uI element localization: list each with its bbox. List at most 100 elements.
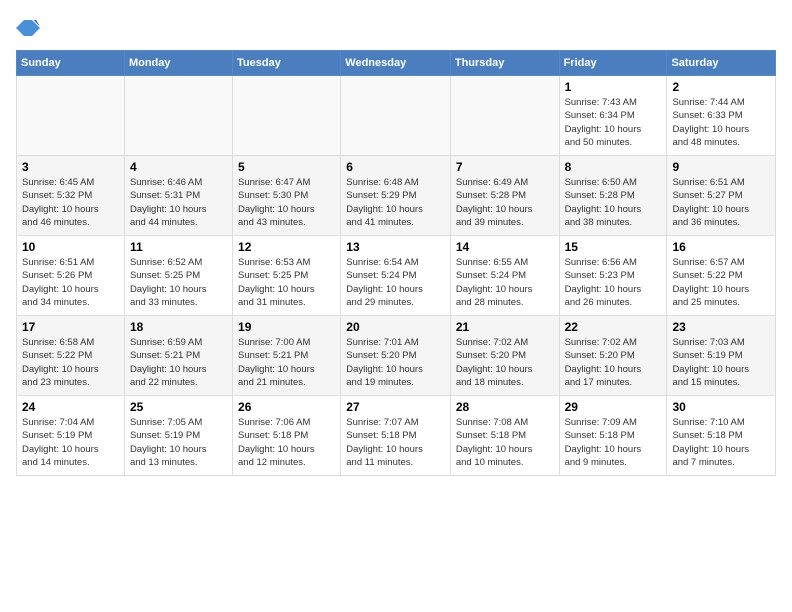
calendar-cell: 22 Sunrise: 7:02 AM Sunset: 5:20 PM Dayli… [559,316,667,396]
calendar-cell: 2Sunrise: 7:44 AM Sunset: 6:33 PM Daylig… [667,76,776,156]
calendar-week-row: 17 Sunrise: 6:58 AM Sunset: 5:22 PM Dayli… [17,316,776,396]
day-number: 19 [238,320,335,334]
page-header [16,16,776,40]
day-number: 9 [672,160,770,174]
day-number: 16 [672,240,770,254]
day-number: 25 [130,400,227,414]
calendar-cell: 9 Sunrise: 6:51 AM Sunset: 5:27 PM Daylig… [667,156,776,236]
calendar-cell: 4Sunrise: 6:46 AM Sunset: 5:31 PM Daylig… [124,156,232,236]
day-info: Sunrise: 7:05 AM Sunset: 5:19 PM Dayligh… [130,416,227,469]
calendar-cell: 3Sunrise: 6:45 AM Sunset: 5:32 PM Daylig… [17,156,125,236]
day-info: Sunrise: 6:51 AM Sunset: 5:26 PM Dayligh… [22,256,119,309]
day-number: 24 [22,400,119,414]
day-info: Sunrise: 7:10 AM Sunset: 5:18 PM Dayligh… [672,416,770,469]
calendar-week-row: 24 Sunrise: 7:04 AM Sunset: 5:19 PM Dayli… [17,396,776,476]
day-number: 20 [346,320,445,334]
day-info: Sunrise: 7:09 AM Sunset: 5:18 PM Dayligh… [565,416,662,469]
day-info: Sunrise: 6:49 AM Sunset: 5:28 PM Dayligh… [456,176,554,229]
day-info: Sunrise: 6:47 AM Sunset: 5:30 PM Dayligh… [238,176,335,229]
day-info: Sunrise: 7:02 AM Sunset: 5:20 PM Dayligh… [456,336,554,389]
calendar-cell: 11 Sunrise: 6:52 AM Sunset: 5:25 PM Dayli… [124,236,232,316]
header-day-saturday: Saturday [667,51,776,76]
day-info: Sunrise: 7:04 AM Sunset: 5:19 PM Dayligh… [22,416,119,469]
day-number: 29 [565,400,662,414]
header-day-tuesday: Tuesday [233,51,341,76]
calendar-cell: 16 Sunrise: 6:57 AM Sunset: 5:22 PM Dayli… [667,236,776,316]
day-info: Sunrise: 6:55 AM Sunset: 5:24 PM Dayligh… [456,256,554,309]
day-info: Sunrise: 6:57 AM Sunset: 5:22 PM Dayligh… [672,256,770,309]
calendar-cell: 14 Sunrise: 6:55 AM Sunset: 5:24 PM Dayli… [450,236,559,316]
day-number: 4 [130,160,227,174]
day-info: Sunrise: 6:51 AM Sunset: 5:27 PM Dayligh… [672,176,770,229]
day-info: Sunrise: 6:59 AM Sunset: 5:21 PM Dayligh… [130,336,227,389]
calendar-cell [17,76,125,156]
calendar-cell: 15Sunrise: 6:56 AM Sunset: 5:23 PM Dayli… [559,236,667,316]
calendar-cell: 19 Sunrise: 7:00 AM Sunset: 5:21 PM Dayli… [233,316,341,396]
day-info: Sunrise: 6:50 AM Sunset: 5:28 PM Dayligh… [565,176,662,229]
day-number: 30 [672,400,770,414]
day-number: 14 [456,240,554,254]
day-info: Sunrise: 7:01 AM Sunset: 5:20 PM Dayligh… [346,336,445,389]
day-number: 5 [238,160,335,174]
calendar-cell [450,76,559,156]
calendar-cell: 8 Sunrise: 6:50 AM Sunset: 5:28 PM Daylig… [559,156,667,236]
day-number: 1 [565,80,662,94]
logo-icon [16,16,40,40]
day-info: Sunrise: 7:43 AM Sunset: 6:34 PM Dayligh… [565,96,662,149]
calendar-cell: 29 Sunrise: 7:09 AM Sunset: 5:18 PM Dayli… [559,396,667,476]
calendar-cell: 6 Sunrise: 6:48 AM Sunset: 5:29 PM Daylig… [341,156,451,236]
day-number: 2 [672,80,770,94]
calendar-cell: 10 Sunrise: 6:51 AM Sunset: 5:26 PM Dayli… [17,236,125,316]
day-info: Sunrise: 7:00 AM Sunset: 5:21 PM Dayligh… [238,336,335,389]
day-info: Sunrise: 6:58 AM Sunset: 5:22 PM Dayligh… [22,336,119,389]
day-number: 18 [130,320,227,334]
calendar-header-row: SundayMondayTuesdayWednesdayThursdayFrid… [17,51,776,76]
day-number: 23 [672,320,770,334]
day-number: 21 [456,320,554,334]
day-info: Sunrise: 7:03 AM Sunset: 5:19 PM Dayligh… [672,336,770,389]
calendar-cell [124,76,232,156]
day-info: Sunrise: 6:54 AM Sunset: 5:24 PM Dayligh… [346,256,445,309]
header-day-thursday: Thursday [450,51,559,76]
day-number: 17 [22,320,119,334]
day-info: Sunrise: 7:02 AM Sunset: 5:20 PM Dayligh… [565,336,662,389]
calendar-week-row: 10 Sunrise: 6:51 AM Sunset: 5:26 PM Dayli… [17,236,776,316]
calendar-cell: 20 Sunrise: 7:01 AM Sunset: 5:20 PM Dayli… [341,316,451,396]
calendar-cell: 25 Sunrise: 7:05 AM Sunset: 5:19 PM Dayli… [124,396,232,476]
day-info: Sunrise: 6:53 AM Sunset: 5:25 PM Dayligh… [238,256,335,309]
calendar-cell [233,76,341,156]
calendar-cell: 13 Sunrise: 6:54 AM Sunset: 5:24 PM Dayli… [341,236,451,316]
header-day-monday: Monday [124,51,232,76]
header-day-wednesday: Wednesday [341,51,451,76]
day-number: 12 [238,240,335,254]
day-info: Sunrise: 6:48 AM Sunset: 5:29 PM Dayligh… [346,176,445,229]
day-number: 6 [346,160,445,174]
header-day-friday: Friday [559,51,667,76]
calendar-cell: 18 Sunrise: 6:59 AM Sunset: 5:21 PM Dayli… [124,316,232,396]
calendar-cell: 27Sunrise: 7:07 AM Sunset: 5:18 PM Dayli… [341,396,451,476]
day-info: Sunrise: 6:52 AM Sunset: 5:25 PM Dayligh… [130,256,227,309]
day-info: Sunrise: 6:45 AM Sunset: 5:32 PM Dayligh… [22,176,119,229]
calendar-cell: 21 Sunrise: 7:02 AM Sunset: 5:20 PM Dayli… [450,316,559,396]
day-info: Sunrise: 7:07 AM Sunset: 5:18 PM Dayligh… [346,416,445,469]
day-number: 13 [346,240,445,254]
calendar-cell: 23 Sunrise: 7:03 AM Sunset: 5:19 PM Dayli… [667,316,776,396]
day-number: 8 [565,160,662,174]
day-info: Sunrise: 6:56 AM Sunset: 5:23 PM Dayligh… [565,256,662,309]
day-number: 26 [238,400,335,414]
day-number: 7 [456,160,554,174]
calendar-cell: 26 Sunrise: 7:06 AM Sunset: 5:18 PM Dayli… [233,396,341,476]
day-number: 11 [130,240,227,254]
calendar-cell: 17 Sunrise: 6:58 AM Sunset: 5:22 PM Dayli… [17,316,125,396]
day-number: 22 [565,320,662,334]
day-info: Sunrise: 7:08 AM Sunset: 5:18 PM Dayligh… [456,416,554,469]
day-number: 28 [456,400,554,414]
calendar-cell: 1 Sunrise: 7:43 AM Sunset: 6:34 PM Daylig… [559,76,667,156]
calendar-table: SundayMondayTuesdayWednesdayThursdayFrid… [16,50,776,476]
calendar-cell [341,76,451,156]
day-number: 10 [22,240,119,254]
calendar-cell: 5 Sunrise: 6:47 AM Sunset: 5:30 PM Daylig… [233,156,341,236]
day-info: Sunrise: 7:06 AM Sunset: 5:18 PM Dayligh… [238,416,335,469]
calendar-week-row: 1 Sunrise: 7:43 AM Sunset: 6:34 PM Daylig… [17,76,776,156]
calendar-cell: 24 Sunrise: 7:04 AM Sunset: 5:19 PM Dayli… [17,396,125,476]
